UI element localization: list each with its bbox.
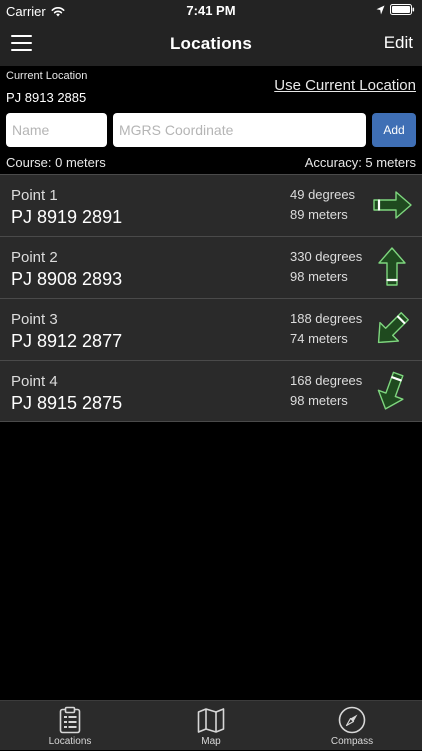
point-coordinate: PJ 8912 2877 <box>11 331 123 351</box>
direction-arrow-icon <box>370 307 414 351</box>
point-distance: 89 meters <box>290 207 348 222</box>
map-icon <box>197 708 225 733</box>
point-degrees: 168 degrees <box>290 373 363 388</box>
menu-icon[interactable] <box>11 35 32 52</box>
compass-icon <box>338 706 366 734</box>
direction-arrow-icon <box>370 245 414 289</box>
point-distance: 98 meters <box>290 393 348 408</box>
course-text: Course: 0 meters <box>6 155 106 170</box>
nav-bar: Locations Edit <box>0 22 422 66</box>
clipboard-icon <box>59 706 81 734</box>
point-name: Point 2 <box>11 249 58 266</box>
add-button[interactable]: Add <box>372 113 416 147</box>
use-current-location-link[interactable]: Use Current Location <box>274 77 416 94</box>
point-distance: 98 meters <box>290 269 348 284</box>
point-row[interactable]: Point 4 PJ 8915 2875 168 degrees 98 mete… <box>0 360 422 422</box>
direction-arrow-icon <box>370 369 414 413</box>
point-distance: 74 meters <box>290 331 348 346</box>
point-coordinate: PJ 8915 2875 <box>11 393 123 413</box>
point-coordinate: PJ 8919 2891 <box>11 207 123 227</box>
point-row[interactable]: Point 1 PJ 8919 2891 49 degrees 89 meter… <box>0 174 422 236</box>
tab-label: Map <box>201 736 221 747</box>
tab-label: Locations <box>48 736 92 747</box>
point-name: Point 4 <box>11 373 58 390</box>
edit-button[interactable]: Edit <box>384 33 413 53</box>
tab-bar: Locations Map Compass <box>0 700 422 750</box>
point-degrees: 49 degrees <box>290 187 356 202</box>
point-row[interactable]: Point 3 PJ 8912 2877 188 degrees 74 mete… <box>0 298 422 360</box>
current-location-coordinate: PJ 8913 2885 <box>6 90 87 105</box>
add-point-form: Add <box>6 113 416 147</box>
tab-map[interactable]: Map <box>141 701 281 751</box>
point-degrees: 330 degrees <box>290 249 363 264</box>
current-location-label: Current Location <box>6 70 88 82</box>
battery-icon <box>390 4 415 15</box>
name-input[interactable] <box>6 113 107 147</box>
page-title: Locations <box>169 34 253 53</box>
tab-label: Compass <box>330 736 374 747</box>
status-right <box>376 4 415 15</box>
status-time: 7:41 PM <box>186 3 236 18</box>
current-location-section: Current Location PJ 8913 2885 Use Curren… <box>0 66 422 174</box>
point-coordinate: PJ 8908 2893 <box>11 269 123 289</box>
status-bar: Carrier 7:41 PM <box>0 0 422 22</box>
point-degrees: 188 degrees <box>290 311 363 326</box>
points-list: Point 1 PJ 8919 2891 49 degrees 89 meter… <box>0 174 422 422</box>
location-arrow-icon <box>376 5 385 14</box>
tab-locations[interactable]: Locations <box>0 701 140 751</box>
direction-arrow-icon <box>370 183 414 227</box>
point-row[interactable]: Point 2 PJ 8908 2893 330 degrees 98 mete… <box>0 236 422 298</box>
tab-compass[interactable]: Compass <box>282 701 422 751</box>
point-name: Point 3 <box>11 311 58 328</box>
mgrs-coordinate-input[interactable] <box>113 113 366 147</box>
point-name: Point 1 <box>11 187 58 204</box>
accuracy-text: Accuracy: 5 meters <box>304 155 416 170</box>
